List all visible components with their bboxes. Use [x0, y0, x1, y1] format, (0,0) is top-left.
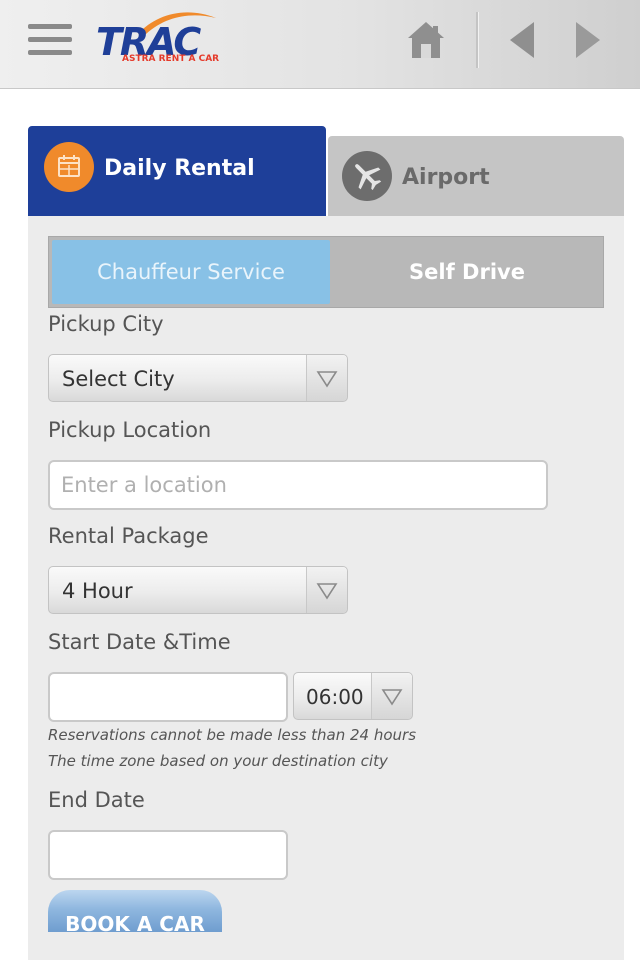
- airplane-icon: [342, 151, 392, 201]
- pickup-location-label: Pickup Location: [48, 418, 212, 442]
- chevron-down-icon: [306, 355, 347, 401]
- pickup-location-input[interactable]: Enter a location: [48, 460, 548, 510]
- pickup-city-label: Pickup City: [48, 312, 164, 336]
- end-date-input[interactable]: [48, 830, 288, 880]
- tab-daily-rental[interactable]: Daily Rental: [28, 126, 326, 216]
- rental-package-select[interactable]: 4 Hour: [48, 566, 348, 614]
- start-date-input[interactable]: [48, 672, 288, 722]
- pickup-city-value: Select City: [62, 367, 175, 391]
- trac-logo[interactable]: TRAC ASTRA RENT A CAR: [94, 8, 220, 70]
- tab-daily-rental-label: Daily Rental: [104, 156, 255, 181]
- pickup-location-placeholder: Enter a location: [61, 473, 227, 497]
- timezone-note: The time zone based on your destination …: [48, 752, 388, 770]
- booking-form-panel: Chauffeur Service Self Drive Pickup City…: [28, 216, 624, 960]
- tab-airport-label: Airport: [402, 165, 490, 190]
- start-time-value: 06:00: [306, 685, 364, 709]
- rental-package-label: Rental Package: [48, 524, 209, 548]
- service-toggle: Chauffeur Service Self Drive: [48, 236, 604, 308]
- top-bar: TRAC ASTRA RENT A CAR: [0, 0, 640, 89]
- chauffeur-service-button[interactable]: Chauffeur Service: [52, 240, 330, 304]
- rental-package-value: 4 Hour: [62, 579, 133, 603]
- arrow-right-icon[interactable]: [566, 18, 610, 62]
- self-drive-button[interactable]: Self Drive: [333, 240, 601, 304]
- nav-divider: [476, 12, 479, 68]
- start-time-select[interactable]: 06:00: [293, 672, 413, 720]
- pickup-city-select[interactable]: Select City: [48, 354, 348, 402]
- book-a-car-button[interactable]: BOOK A CAR: [48, 890, 222, 932]
- start-date-time-label: Start Date &Time: [48, 630, 231, 654]
- chevron-down-icon: [306, 567, 347, 613]
- tab-airport[interactable]: Airport: [328, 136, 624, 216]
- chevron-down-icon: [371, 673, 412, 719]
- calendar-icon: [44, 142, 94, 192]
- rental-type-tabs: Daily Rental Airport: [28, 126, 624, 216]
- hamburger-menu-icon[interactable]: [28, 24, 72, 60]
- home-icon[interactable]: [404, 18, 448, 62]
- reservation-note: Reservations cannot be made less than 24…: [48, 726, 417, 744]
- end-date-label: End Date: [48, 788, 145, 812]
- book-a-car-label: BOOK A CAR: [65, 912, 205, 932]
- logo-subtext: ASTRA RENT A CAR: [122, 54, 220, 64]
- arrow-left-icon[interactable]: [500, 18, 544, 62]
